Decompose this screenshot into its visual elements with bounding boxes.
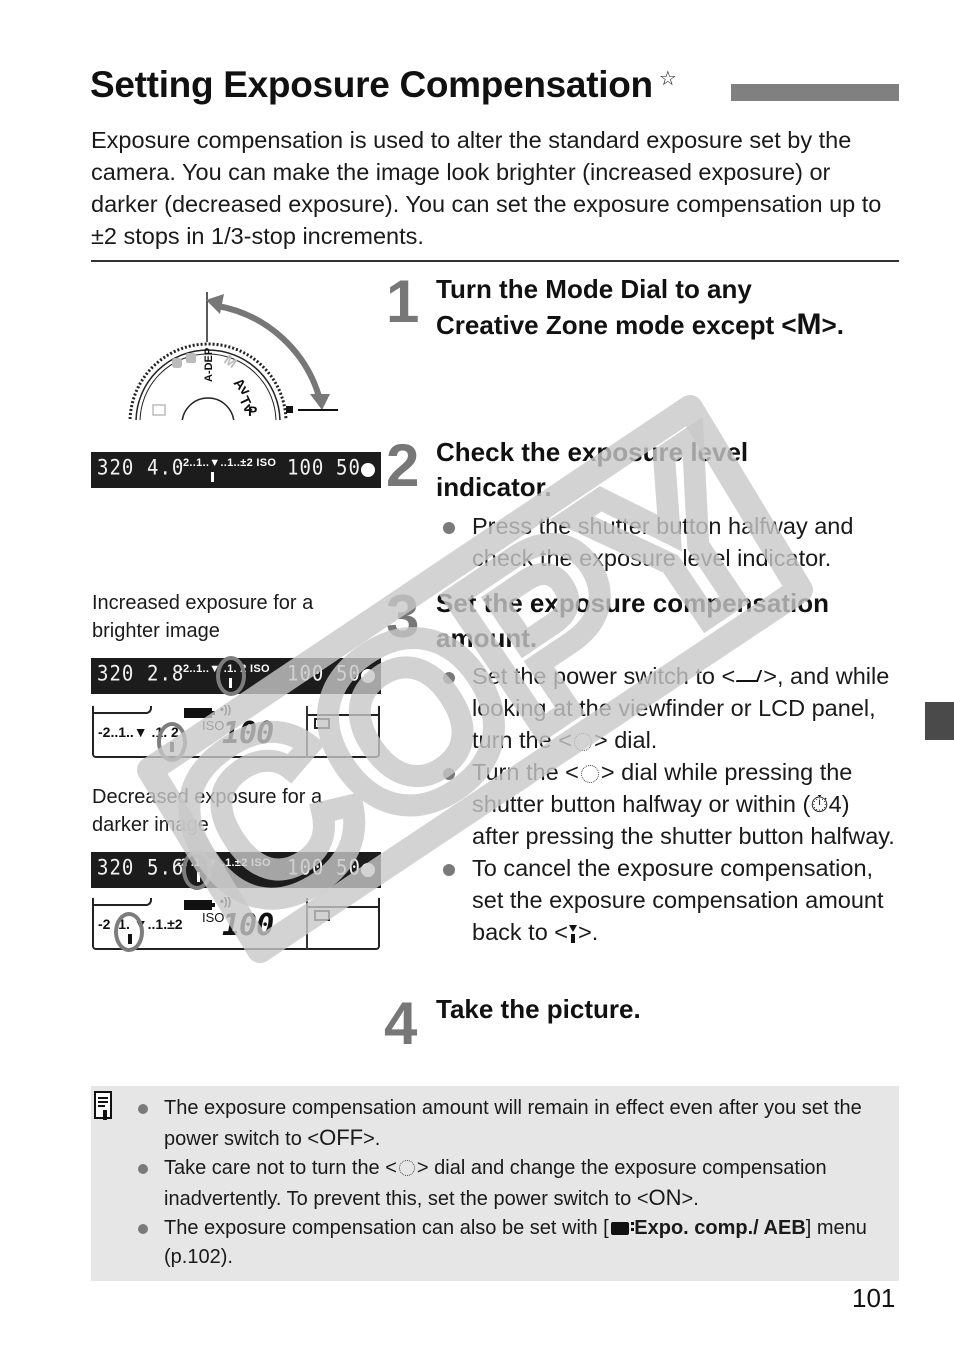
battery-icon <box>184 708 215 718</box>
bullet-text: Turn the < <box>472 759 579 785</box>
step-4-number: 4 <box>384 990 418 1057</box>
advanced-star-icon: ☆ <box>658 68 677 90</box>
highlight-ring <box>157 722 187 762</box>
mode-dial-illustration: A-DEP M Av Tv P <box>128 292 338 420</box>
step-3-bullet: Turn the < > dial while pressing the shut… <box>440 756 902 852</box>
memo-icon <box>94 1091 112 1120</box>
camera-menu-icon <box>610 1222 634 1235</box>
focus-confirm-icon <box>361 863 375 877</box>
lcd-frame-curve <box>92 898 152 906</box>
main-dial-icon <box>580 765 599 783</box>
highlight-ring <box>114 912 144 952</box>
step-2-bullet: Press the shutter button halfway and che… <box>440 510 900 574</box>
vf-shots: 50 <box>336 661 361 687</box>
lcd-hline <box>308 714 380 716</box>
viewfinder-display-neutral: 320 4.0 -2..1..▼..1..±2 ISO 100 50 <box>91 452 381 488</box>
note-text: The exposure compensation can also be se… <box>164 1217 609 1239</box>
vf-shutter: 320 <box>97 661 135 687</box>
note-text: The exposure compensation amount will re… <box>164 1097 862 1150</box>
drive-mode-icon <box>314 910 330 921</box>
step-3-number: 3 <box>386 583 420 650</box>
vf-iso: 100 <box>287 855 325 881</box>
menu-name: Expo. comp./ AEB <box>628 1217 806 1239</box>
page-title: Setting Exposure Compensation ☆ <box>90 64 677 106</box>
note-text: Take care not to turn the < <box>164 1157 397 1179</box>
battery-icon <box>184 900 215 910</box>
dial-label-adep: A-DEP <box>203 348 215 382</box>
note-item: The exposure compensation amount will re… <box>137 1094 897 1154</box>
step-4-title: Take the picture. <box>436 994 641 1024</box>
main-dial-icon <box>398 1160 415 1176</box>
beep-icon: •)) <box>220 704 232 716</box>
manual-mode-icon: M <box>796 308 822 341</box>
highlight-ring <box>216 656 246 696</box>
lcd-iso-value: 100 <box>222 908 274 943</box>
standard-exposure-index-icon <box>569 923 578 943</box>
lcd-frame-curve <box>92 706 152 714</box>
highlight-ring <box>182 850 212 890</box>
note-item: Take care not to turn the < > dial and ch… <box>137 1154 897 1214</box>
timer-4-icon: ⏱4 <box>810 791 842 817</box>
step-3-title: Set the exposure compensation amount. <box>436 586 829 656</box>
page-title-text: Setting Exposure Compensation <box>90 64 653 105</box>
vf-iso: 100 <box>287 455 325 481</box>
bullet-text: > dial. <box>593 727 658 753</box>
step-2-number: 2 <box>386 432 420 499</box>
bullet-text: Set the power switch to < <box>472 663 736 689</box>
step-1-number: 1 <box>386 268 420 335</box>
dial-label-p: P <box>248 403 257 419</box>
notes-list: The exposure compensation amount will re… <box>137 1094 897 1272</box>
vf-shots: 50 <box>336 455 361 481</box>
page-number: 101 <box>852 1283 896 1313</box>
step-1-title: Turn the Mode Dial to any Creative Zone … <box>436 272 844 343</box>
step-2-title-line1: Check the exposure level <box>436 437 749 467</box>
main-dial-icon <box>573 733 592 751</box>
step-1-title-text: Creative Zone mode except < <box>436 310 797 340</box>
section-divider <box>91 260 899 262</box>
step-3-title-line1: Set the exposure compensation <box>436 588 829 618</box>
lcd-iso-value: 100 <box>222 716 274 751</box>
note-text: >. <box>363 1128 381 1150</box>
step-1-title-end: >. <box>821 310 844 340</box>
power-switch-lock-icon <box>736 670 763 682</box>
beep-icon: •)) <box>220 896 232 908</box>
intro-paragraph: Exposure compensation is used to alter t… <box>91 127 882 249</box>
step-3-title-line2: amount. <box>436 623 538 653</box>
vf-shutter: 320 <box>97 855 135 881</box>
viewfinder-display-decreased: 320 5.6 -2 .1. ▼..1.±2 ISO 100 50 <box>91 852 381 888</box>
vf-exposure-marker <box>211 472 214 482</box>
power-off-label: OFF <box>319 1125 364 1150</box>
chapter-side-tab <box>925 702 954 740</box>
note-text: >. <box>681 1188 699 1210</box>
focus-confirm-icon <box>361 669 375 683</box>
step-2-bullets: Press the shutter button halfway and che… <box>440 510 900 574</box>
vf-shots: 50 <box>336 855 361 881</box>
bullet-text: To cancel the exposure compensation, set… <box>472 855 884 945</box>
caption-increased-exposure: Increased exposure for a brighter image <box>92 592 314 642</box>
vf-iso: 100 <box>287 661 325 687</box>
power-on-label: ON <box>648 1185 682 1210</box>
title-decoration-bar <box>731 84 899 101</box>
lcd-panel-increased: •)) -2..1..▼ .1. 2 ISO 100 <box>92 704 380 758</box>
caption-decreased-exposure: Decreased exposure for a darker image <box>92 786 323 836</box>
step-2-title-line2: indicator. <box>436 472 552 502</box>
step-2-title: Check the exposure level indicator. <box>436 435 748 505</box>
vf-exposure-scale: -2..1..▼..1..±2 ISO <box>179 457 277 469</box>
step-3-bullet: Set the power switch to < >, and while lo… <box>440 660 902 756</box>
lcd-hline <box>308 906 380 908</box>
step-1-title-line1: Turn the Mode Dial to any <box>436 274 752 304</box>
note-item: The exposure compensation can also be se… <box>137 1214 897 1272</box>
step-3-bullet: To cancel the exposure compensation, set… <box>440 852 902 948</box>
step-3-bullets: Set the power switch to < >, and while lo… <box>440 660 902 948</box>
step-1-title-line2: Creative Zone mode except <M>. <box>436 307 844 343</box>
drive-mode-icon <box>314 718 330 729</box>
bullet-text: >. <box>578 919 599 945</box>
vf-shutter: 320 <box>97 455 135 481</box>
focus-confirm-icon <box>361 463 375 477</box>
